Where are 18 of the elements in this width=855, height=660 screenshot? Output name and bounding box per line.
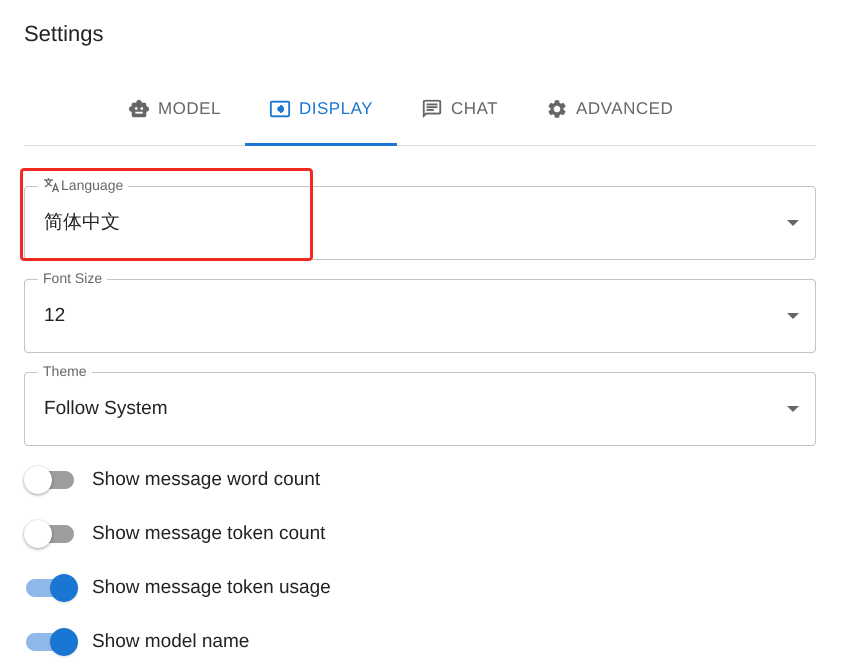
toggle-label: Show message token count — [92, 522, 326, 546]
toggle-switch[interactable] — [24, 628, 78, 656]
settings-icon — [546, 98, 568, 120]
caret-icon — [787, 220, 799, 226]
robot-icon — [128, 98, 150, 120]
toggle-label: Show model name — [92, 630, 250, 654]
tab[interactable]: DISPLAY — [244, 74, 398, 146]
tab[interactable]: CHAT — [397, 74, 522, 146]
tab[interactable]: ADVANCED — [522, 74, 698, 146]
chat-icon — [421, 98, 444, 120]
toggle-switch[interactable] — [24, 574, 78, 602]
toggle-label: Show message token usage — [92, 576, 331, 600]
caret-icon — [787, 313, 799, 319]
tab[interactable]: MODEL — [104, 74, 245, 146]
toggle-label: Show message word count — [92, 468, 320, 492]
translate-icon — [43, 177, 61, 193]
page-title: Settings — [24, 20, 104, 48]
caret-icon — [787, 406, 799, 412]
